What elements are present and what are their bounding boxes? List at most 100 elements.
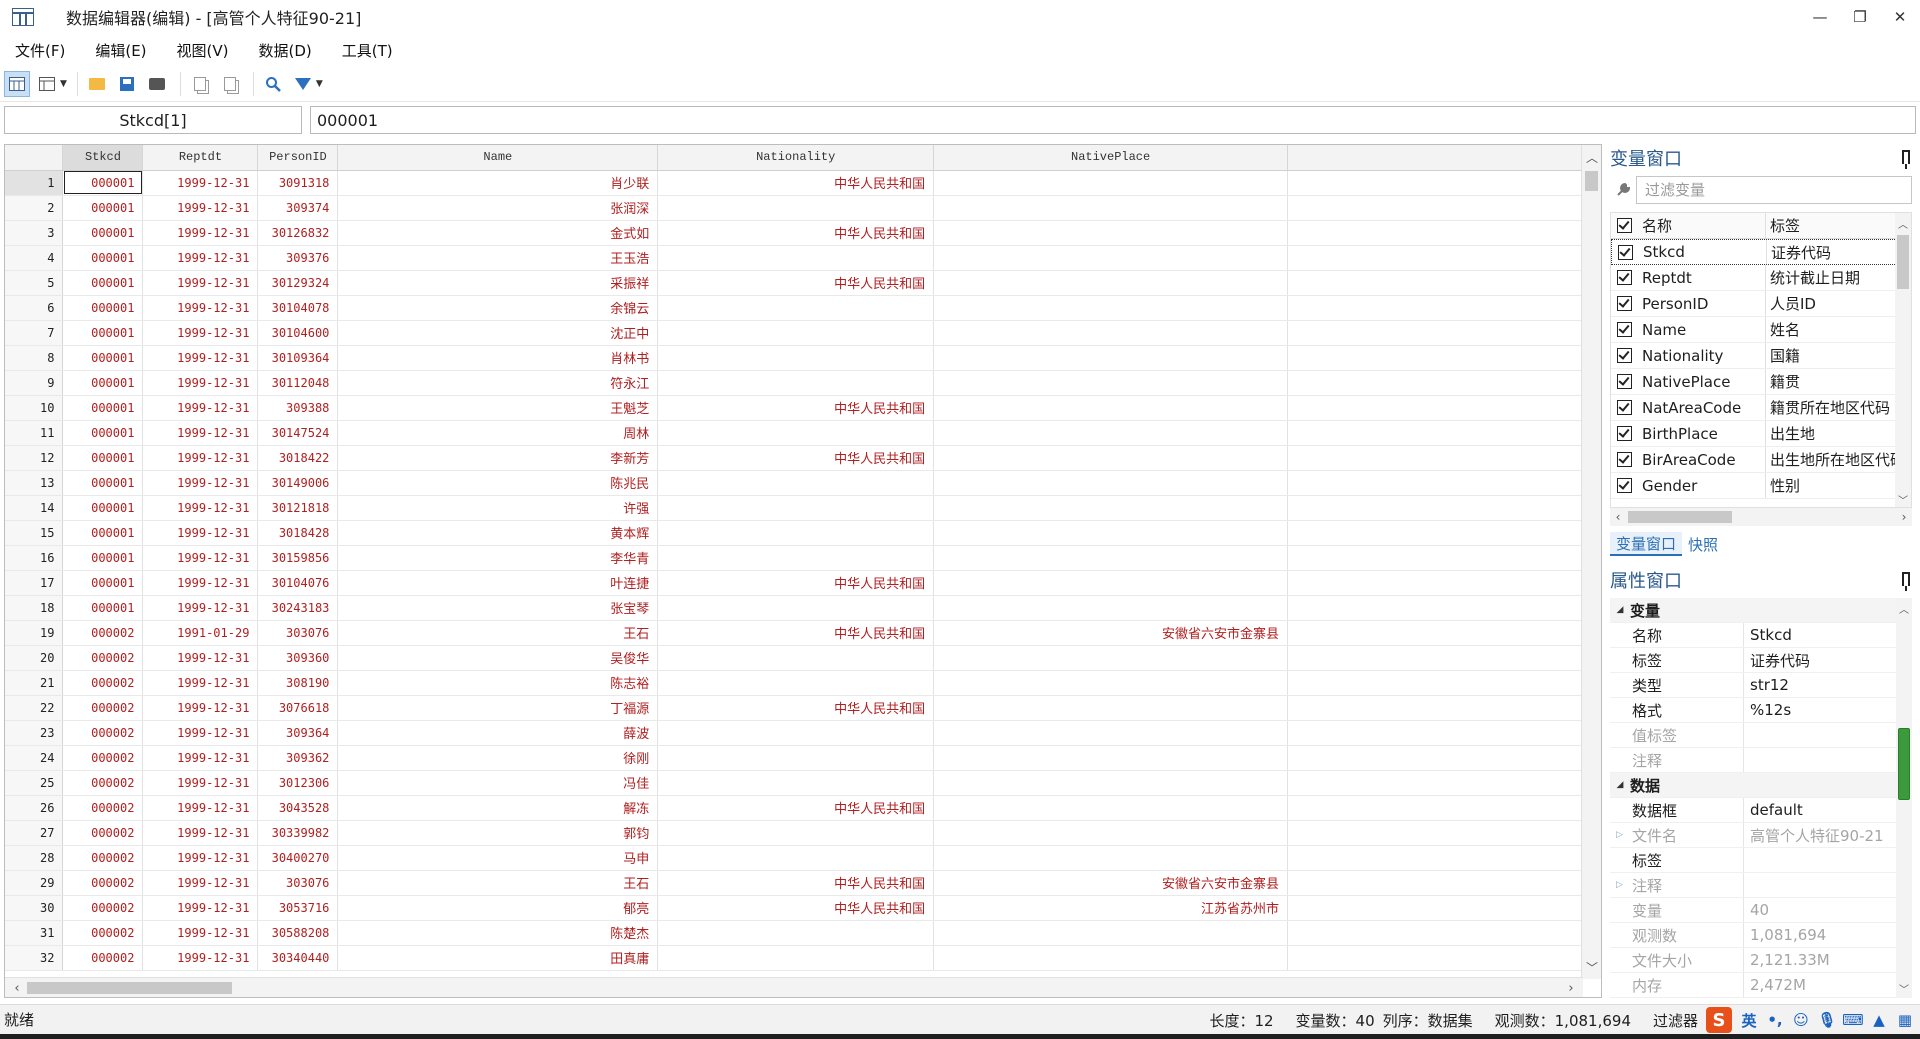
table-cell[interactable] <box>933 470 1289 496</box>
scroll-down-arrow-icon[interactable]: ﹀ <box>1582 957 1601 977</box>
table-cell[interactable]: 1999-12-31 <box>142 545 259 571</box>
table-cell[interactable] <box>657 520 935 546</box>
property-row[interactable]: 文件名高管个人特征90-21 <box>1610 823 1912 848</box>
browse-dropdown-arrow-icon[interactable]: ▼ <box>60 79 67 89</box>
property-value[interactable]: 证券代码 <box>1744 650 1810 671</box>
column-header[interactable]: NativePlace <box>933 145 1289 171</box>
table-cell[interactable]: 1999-12-31 <box>142 270 259 296</box>
row-number[interactable]: 12 <box>5 445 64 471</box>
column-header[interactable]: Nationality <box>657 145 935 171</box>
table-cell[interactable]: 30104076 <box>257 570 339 596</box>
variable-row[interactable]: Name 姓名 <box>1611 317 1911 343</box>
table-cell-empty[interactable] <box>1287 170 1583 196</box>
table-cell[interactable]: 陈楚杰 <box>337 920 659 946</box>
table-cell[interactable] <box>933 195 1289 221</box>
variable-name-header[interactable]: 名称 <box>1642 213 1766 238</box>
table-cell-empty[interactable] <box>1287 645 1583 671</box>
filter-button[interactable] <box>290 71 316 97</box>
column-header[interactable]: Reptdt <box>142 145 259 171</box>
table-cell[interactable]: 1999-12-31 <box>142 645 259 671</box>
table-cell[interactable] <box>657 420 935 446</box>
table-cell[interactable]: 陈兆民 <box>337 470 659 496</box>
variable-visible-checkbox[interactable] <box>1617 478 1632 493</box>
table-cell[interactable] <box>933 595 1289 621</box>
table-cell[interactable]: 中华人民共和国 <box>657 895 935 921</box>
table-cell[interactable]: 余锦云 <box>337 295 659 321</box>
table-cell-empty[interactable] <box>1287 870 1583 896</box>
table-cell[interactable]: 308190 <box>257 670 339 696</box>
grid-horizontal-scrollbar[interactable]: ‹ › <box>5 977 1583 997</box>
menu-edit[interactable]: 编辑(E) <box>86 40 155 61</box>
property-value[interactable]: Stkcd <box>1744 626 1792 644</box>
table-cell-empty[interactable] <box>1287 295 1583 321</box>
table-cell[interactable]: 000001 <box>62 370 144 396</box>
variable-row[interactable]: Reptdt 统计截止日期 <box>1611 265 1911 291</box>
table-cell[interactable] <box>933 270 1289 296</box>
table-cell[interactable] <box>933 520 1289 546</box>
property-value[interactable]: 40 <box>1744 901 1769 919</box>
table-cell[interactable] <box>657 595 935 621</box>
table-cell[interactable]: 李新芳 <box>337 445 659 471</box>
table-cell-empty[interactable] <box>1287 320 1583 346</box>
table-cell[interactable]: 吴俊华 <box>337 645 659 671</box>
row-number[interactable]: 31 <box>5 920 64 946</box>
table-cell[interactable] <box>657 320 935 346</box>
table-cell[interactable]: 郭钧 <box>337 820 659 846</box>
table-cell[interactable]: 3012306 <box>257 770 339 796</box>
table-cell[interactable]: 30400270 <box>257 845 339 871</box>
variable-label-header[interactable]: 标签 <box>1766 215 1800 236</box>
table-cell-empty[interactable] <box>1287 345 1583 371</box>
table-cell[interactable]: 1999-12-31 <box>142 320 259 346</box>
properties-scrollbar[interactable]: ︿ ﹀ <box>1896 598 1912 998</box>
property-row[interactable]: 类型 str12 <box>1610 673 1912 698</box>
row-number[interactable]: 1 <box>5 170 64 196</box>
collapse-triangle-icon[interactable]: ◢ <box>1610 780 1630 790</box>
sogou-ime-icon[interactable]: S <box>1706 1007 1732 1033</box>
table-cell[interactable]: 1999-12-31 <box>142 370 259 396</box>
table-cell-empty[interactable] <box>1287 720 1583 746</box>
table-cell[interactable]: 309364 <box>257 720 339 746</box>
property-row[interactable]: 注释 <box>1610 873 1912 898</box>
table-cell[interactable]: 中华人民共和国 <box>657 220 935 246</box>
table-cell[interactable]: 000002 <box>62 920 144 946</box>
row-number[interactable]: 16 <box>5 545 64 571</box>
table-cell[interactable]: 000001 <box>62 395 144 421</box>
table-cell[interactable]: 30149006 <box>257 470 339 496</box>
table-cell[interactable] <box>657 345 935 371</box>
table-cell-empty[interactable] <box>1287 220 1583 246</box>
grid-vertical-scrollbar[interactable]: ︿ ﹀ <box>1581 145 1601 979</box>
table-cell[interactable] <box>933 795 1289 821</box>
table-cell[interactable] <box>933 920 1289 946</box>
scroll-left-arrow-icon[interactable]: ‹ <box>7 978 27 997</box>
variable-row[interactable]: Gender 性别 <box>1611 473 1911 499</box>
table-cell[interactable]: 1999-12-31 <box>142 295 259 321</box>
table-cell-empty[interactable] <box>1287 670 1583 696</box>
variable-list-hscroll-thumb[interactable] <box>1628 511 1732 523</box>
row-number[interactable]: 21 <box>5 670 64 696</box>
table-cell[interactable]: 000001 <box>62 220 144 246</box>
property-row[interactable]: 数据框 default <box>1610 798 1912 823</box>
tab-variables[interactable]: 变量窗口 <box>1610 532 1683 556</box>
table-cell-empty[interactable] <box>1287 745 1583 771</box>
table-cell[interactable]: 3018428 <box>257 520 339 546</box>
table-cell[interactable]: 李华青 <box>337 545 659 571</box>
table-cell[interactable]: 309388 <box>257 395 339 421</box>
table-cell[interactable]: 000002 <box>62 720 144 746</box>
table-cell[interactable]: 000002 <box>62 745 144 771</box>
table-cell[interactable] <box>933 420 1289 446</box>
row-number[interactable]: 15 <box>5 520 64 546</box>
table-cell[interactable]: 叶连捷 <box>337 570 659 596</box>
table-cell[interactable]: 肖少联 <box>337 170 659 196</box>
table-cell[interactable] <box>933 220 1289 246</box>
microphone-icon[interactable]: 🎙 <box>1816 1009 1838 1031</box>
table-cell-empty[interactable] <box>1287 595 1583 621</box>
row-number[interactable]: 25 <box>5 770 64 796</box>
variable-visible-checkbox[interactable] <box>1617 296 1632 311</box>
property-row[interactable]: 名称 Stkcd <box>1610 623 1912 648</box>
table-cell[interactable]: 中华人民共和国 <box>657 395 935 421</box>
row-number[interactable]: 18 <box>5 595 64 621</box>
property-group[interactable]: ◢ 数据 <box>1610 773 1912 798</box>
table-cell-empty[interactable] <box>1287 795 1583 821</box>
table-cell[interactable]: 1999-12-31 <box>142 670 259 696</box>
table-cell[interactable]: 1999-12-31 <box>142 195 259 221</box>
